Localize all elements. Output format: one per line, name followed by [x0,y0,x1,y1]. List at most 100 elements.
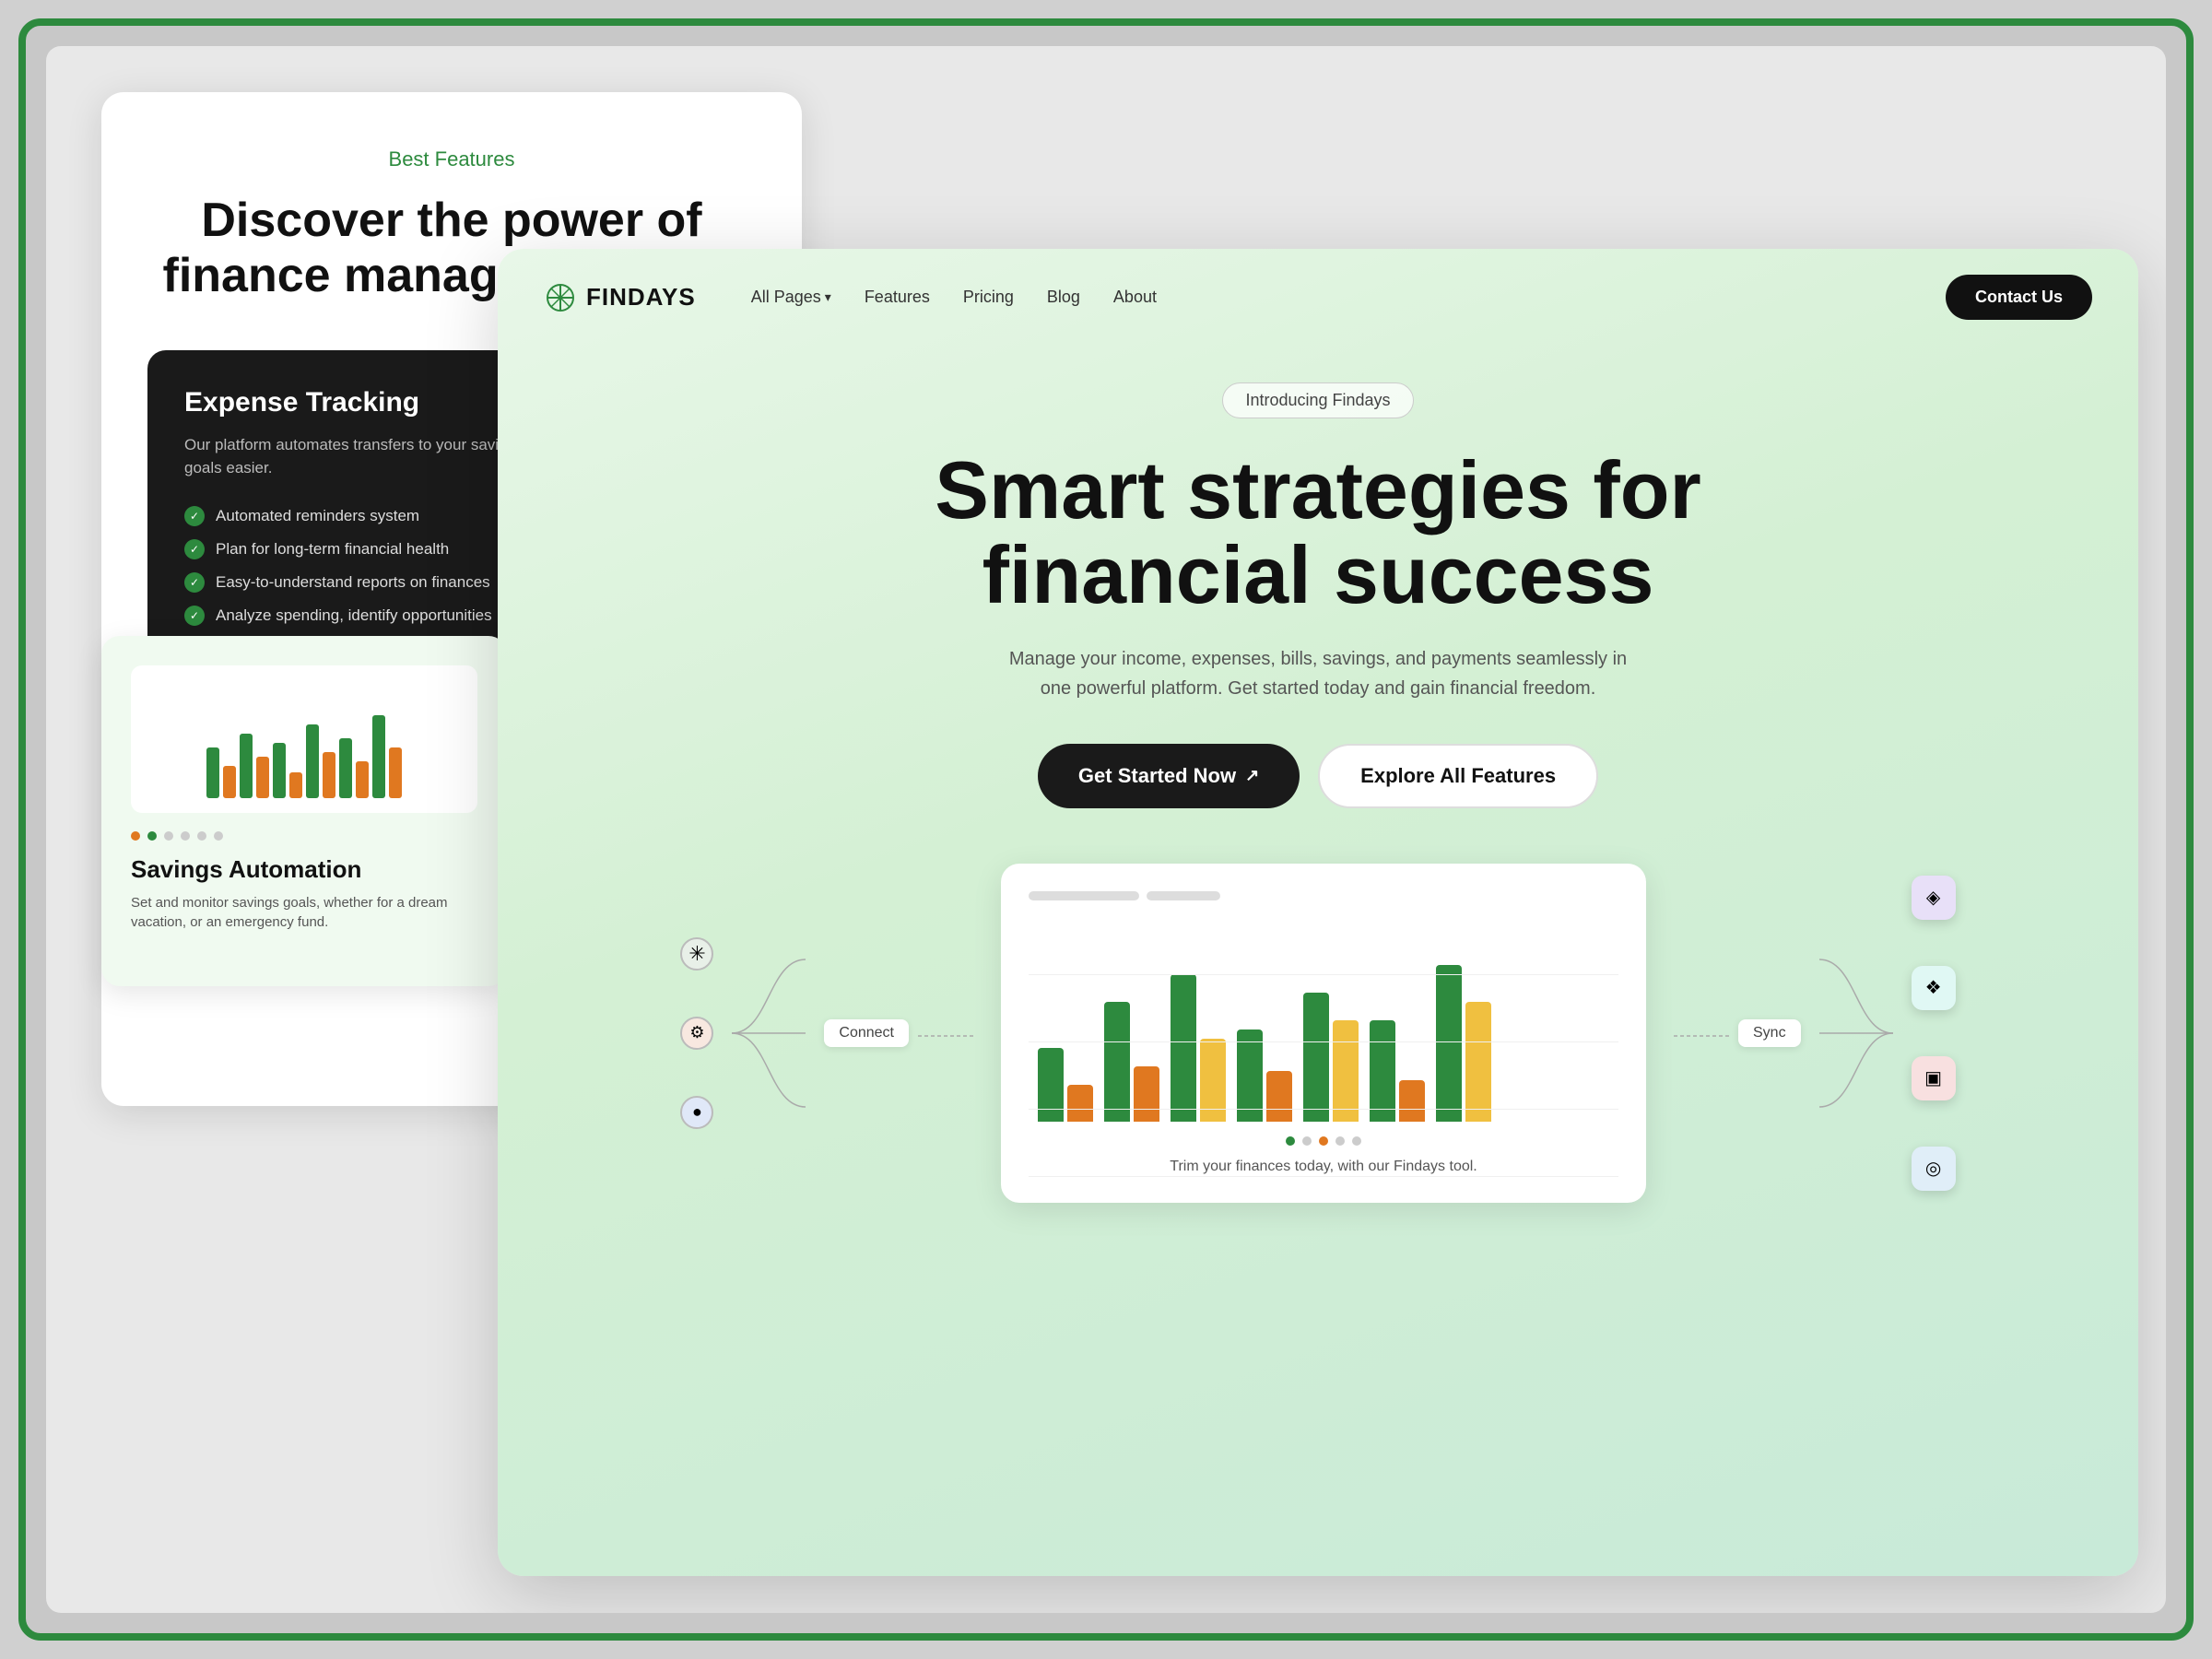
float-icon-blue: ◎ [1912,1147,1956,1191]
bar-group [1237,1030,1292,1122]
candle [372,715,385,798]
candle-body [256,757,269,798]
dot [197,831,206,841]
dot [147,831,157,841]
feature-text: Automated reminders system [216,507,419,525]
title-bar-long [1029,891,1139,900]
finance-chart-card: Trim your finances today, with our Finda… [1001,864,1646,1203]
intro-badge: Introducing Findays [1222,382,1413,418]
dot [1335,1136,1345,1146]
savings-chart [131,665,477,813]
candle-body [372,715,385,798]
nav-links: All Pages Features Pricing Blog About [751,288,1909,307]
bar-group [1303,993,1359,1122]
bar-group [1370,1020,1425,1122]
bar-yellow [1333,1020,1359,1122]
navbar: FINDAYS All Pages Features Pricing Blog … [498,249,2138,346]
left-nodes: ✳ ⚙ ● Connect [680,937,982,1129]
feature-text: Analyze spending, identify opportunities [216,606,492,625]
float-icon-purple: ◈ [1912,876,1956,920]
bar-green [1237,1030,1263,1122]
savings-title: Savings Automation [131,855,477,884]
nav-blog[interactable]: Blog [1047,288,1080,307]
logo: FINDAYS [544,281,696,314]
connect-line [732,941,806,1125]
chart-title-bars [1029,891,1618,900]
candle [356,761,369,798]
node-bottom: ● [680,1096,713,1129]
bar-yellow [1465,1002,1491,1122]
hero-subtitle: Manage your income, expenses, bills, sav… [995,644,1641,703]
logo-icon [544,281,577,314]
candle-body [389,747,402,798]
bar-green [1303,993,1329,1122]
connect-label: Connect [824,1019,909,1047]
feature-text: Easy-to-understand reports on finances [216,573,490,592]
sync-label: Sync [1738,1019,1801,1047]
candle [273,743,286,798]
candle [389,747,402,798]
dot [1302,1136,1312,1146]
features-badge: Best Features [147,147,756,171]
grid-line [1029,1176,1618,1177]
chart-caption: Trim your finances today, with our Finda… [1029,1159,1618,1175]
get-started-label: Get Started Now [1078,764,1236,788]
candle [323,752,335,798]
candle-body [273,743,286,798]
dot [131,831,140,841]
candle-body [306,724,319,798]
dot [1352,1136,1361,1146]
nav-features[interactable]: Features [865,288,930,307]
candle [223,766,236,798]
chart-bars [1029,919,1618,1122]
candle [306,724,319,798]
right-nodes: Sync ◈ ❖ ▣ ◎ [1665,876,1956,1191]
bar-orange [1266,1071,1292,1122]
check-icon: ✓ [184,506,205,526]
nav-pricing[interactable]: Pricing [963,288,1014,307]
node-middle: ⚙ [680,1017,713,1050]
check-icon: ✓ [184,539,205,559]
logo-text: FINDAYS [586,283,696,312]
get-started-button[interactable]: Get Started Now ↗ [1038,744,1300,808]
right-icon-group: ◈ ❖ ▣ ◎ [1912,876,1956,1191]
dot [181,831,190,841]
candle [289,772,302,798]
savings-card: Savings Automation Set and monitor savin… [101,636,507,986]
bar-group [1436,965,1491,1122]
bar-green [1436,965,1462,1122]
outer-border: Best Features Discover the power of fina… [18,18,2194,1641]
hero-title-line2: financial success [982,529,1654,620]
bar-orange [1134,1066,1159,1122]
bar-group [1038,1048,1093,1122]
chart-container [1029,919,1618,1122]
contact-us-button[interactable]: Contact Us [1946,275,2092,320]
bar-orange [1067,1085,1093,1122]
candle-body [356,761,369,798]
dot [214,831,223,841]
bar-green [1370,1020,1395,1122]
candle [240,734,253,798]
hero-title-line1: Smart strategies for [935,444,1700,535]
candle [339,738,352,798]
arrow-icon: ↗ [1245,766,1259,785]
nav-all-pages[interactable]: All Pages [751,288,831,307]
explore-features-button[interactable]: Explore All Features [1318,744,1598,808]
candle-body [323,752,335,798]
dot [1286,1136,1295,1146]
candle-body [240,734,253,798]
chart-dots [1029,1136,1618,1146]
main-canvas: Best Features Discover the power of fina… [46,46,2166,1613]
check-icon: ✓ [184,606,205,626]
bar-yellow [1200,1039,1226,1122]
savings-desc: Set and monitor savings goals, whether f… [131,893,477,932]
hero-content: Introducing Findays Smart strategies for… [498,346,2138,808]
hero-buttons: Get Started Now ↗ Explore All Features [571,744,2065,808]
dashboard-area: ✳ ⚙ ● Connect [571,864,2065,1203]
node-group: ✳ ⚙ ● [680,937,713,1129]
title-bar-short [1147,891,1220,900]
dot [1319,1136,1328,1146]
nav-about[interactable]: About [1113,288,1157,307]
check-icon: ✓ [184,572,205,593]
bar-group [1104,1002,1159,1122]
